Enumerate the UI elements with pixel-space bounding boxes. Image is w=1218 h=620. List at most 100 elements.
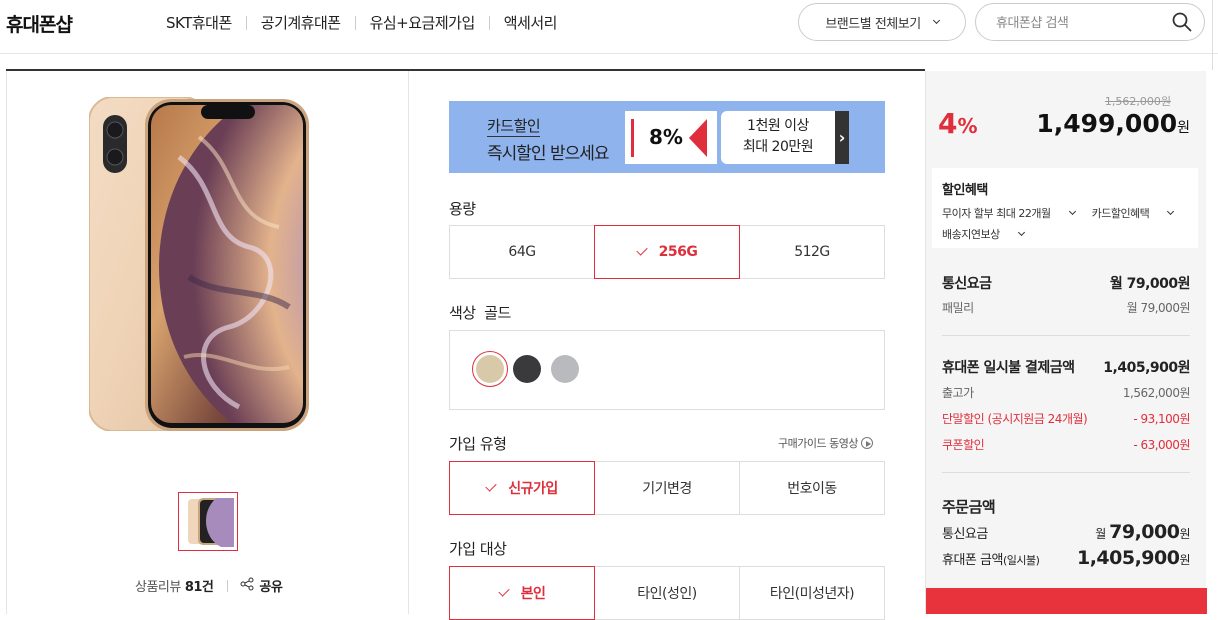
discount-rate-unit: % [957, 114, 978, 138]
storage-option-label: 256G [658, 244, 698, 260]
banner-percent: 8% [649, 125, 683, 149]
order-phone-unit: 원 [1179, 553, 1190, 567]
join-type-change-device[interactable]: 기기변경 [594, 461, 740, 515]
check-icon [497, 585, 510, 597]
page-edge [1212, 0, 1213, 70]
check-icon [635, 244, 648, 256]
join-type-new[interactable]: 신규가입 [449, 461, 595, 515]
plan-name-row: 패밀리 월 79,000원 [942, 299, 1191, 316]
release-price-value: 1,562,000원 [1122, 386, 1191, 400]
meta-divider [227, 579, 229, 592]
chevron-right-icon[interactable]: › [835, 111, 849, 164]
brand-all-button[interactable]: 브랜드별 전체보기 [798, 3, 966, 41]
card-discount-banner[interactable]: 카드할인 즉시할인 받으세요 8% 1천원 이상 최대 20만원 › [449, 101, 885, 173]
benefit-installment-link[interactable]: 무이자 할부 최대 22개월 [942, 207, 1076, 220]
join-target-option-label: 타인(미성년자) [769, 586, 855, 602]
benefit-link-label: 카드할인혜택 [1091, 207, 1150, 220]
storage-option-64g[interactable]: 64G [449, 225, 595, 279]
plan-fee-value: 월 79,000원 [1109, 276, 1191, 292]
search-icon[interactable] [1172, 12, 1192, 36]
benefit-link-label: 배송지연보상 [942, 228, 1000, 241]
chevron-down-icon [932, 16, 940, 24]
share-label: 공유 [259, 580, 283, 595]
nav-item-accessory[interactable]: 액세서리 [490, 12, 571, 33]
summary-divider [942, 472, 1190, 473]
join-type-options: 신규가입 기기변경 번호이동 [449, 461, 885, 515]
color-swatch-gold[interactable] [472, 351, 508, 387]
banner-subtitle: 즉시할인 받으세요 [487, 144, 610, 164]
product-main-image [88, 96, 309, 435]
discount-rate: 4% [938, 107, 978, 140]
original-price: 1,562,000원 [1104, 95, 1171, 108]
chevron-down-icon [1017, 228, 1025, 237]
device-discount-row: 단말할인 (공시지원금 24개월) - 93,100원 [942, 410, 1190, 427]
share-button[interactable]: 공유 [240, 576, 283, 595]
color-swatch-space-gray[interactable] [513, 355, 541, 383]
release-price-label: 출고가 [942, 386, 974, 400]
summary-divider [942, 335, 1190, 336]
banner-percent-box: 8% [625, 111, 717, 164]
join-target-minor[interactable]: 타인(미성년자) [739, 566, 885, 620]
storage-option-label: 512G [794, 244, 830, 260]
join-target-option-label: 본인 [520, 586, 546, 602]
chevron-down-icon [1167, 207, 1175, 216]
nav-item-unlocked[interactable]: 공기계휴대폰 [247, 12, 355, 33]
sale-price-value: 1,499,000 [1036, 109, 1178, 138]
order-plan-label: 통신요금 [942, 527, 988, 542]
brand-all-label: 브랜드별 전체보기 [825, 16, 921, 32]
order-button[interactable] [926, 588, 1207, 614]
plan-name: 패밀리 [942, 301, 974, 315]
play-icon [860, 437, 873, 449]
main-nav: SKT휴대폰 공기계휴대폰 유심+요금제가입 액세서리 [152, 12, 571, 33]
color-swatch-silver[interactable] [551, 355, 579, 383]
banner-title: 카드할인 [487, 117, 541, 137]
product-image-panel: 상품리뷰 81건 공유 [6, 71, 409, 614]
color-selected-name: 골드 [484, 304, 511, 322]
benefit-card-link[interactable]: 카드할인혜택 [1091, 207, 1175, 220]
order-plan-prefix: 월 [1095, 527, 1110, 541]
plan-fee-row: 통신요금 월 79,000원 [942, 273, 1191, 293]
review-label: 상품리뷰 [135, 580, 181, 595]
device-discount-label: 단말할인 (공시지원금 24개월) [942, 412, 1088, 426]
coupon-discount-row: 쿠폰할인 - 63,000원 [942, 436, 1190, 453]
join-type-port-number[interactable]: 번호이동 [739, 461, 885, 515]
banner-info-box: 1천원 이상 최대 20만원 [721, 111, 835, 164]
review-count: 81건 [184, 580, 214, 595]
review-link[interactable]: 상품리뷰 81건 [135, 576, 214, 595]
storage-option-512g[interactable]: 512G [739, 225, 885, 279]
nav-item-usim[interactable]: 유심+요금제가입 [356, 12, 489, 33]
search-input[interactable] [996, 13, 1166, 33]
sale-price-unit: 원 [1177, 120, 1190, 136]
color-label: 색상 [449, 304, 476, 322]
plan-name-value: 월 79,000원 [1126, 301, 1191, 315]
banner-info-line1: 1천원 이상 [747, 118, 809, 134]
price-summary-panel: 4% 1,562,000원 1,499,000원 할인혜택 무이자 할부 최대 … [925, 71, 1207, 614]
join-target-adult[interactable]: 타인(성인) [594, 566, 740, 620]
benefit-links: 무이자 할부 최대 22개월 카드할인혜택 배송지연보상 [942, 203, 1188, 245]
order-plan-unit: 원 [1179, 527, 1190, 541]
purchase-guide-label: 구매가이드 동영상 [778, 437, 858, 450]
benefit-link-label: 무이자 할부 최대 22개월 [942, 207, 1051, 220]
join-type-option-label: 번호이동 [787, 481, 837, 497]
nav-item-skt[interactable]: SKT휴대폰 [152, 12, 246, 33]
purchase-guide-link[interactable]: 구매가이드 동영상 [778, 435, 873, 451]
site-logo[interactable]: 휴대폰샵 [6, 10, 73, 37]
banner-accent-bar [631, 119, 634, 157]
storage-options: 64G 256G 512G [449, 225, 885, 279]
order-phone-value-group: 1,405,900원 [1077, 547, 1191, 569]
storage-option-label: 64G [508, 244, 536, 260]
lump-sum-value: 1,405,900원 [1103, 360, 1190, 376]
join-type-option-label: 기기변경 [642, 481, 692, 497]
benefit-delivery-link[interactable]: 배송지연보상 [942, 228, 1025, 241]
site-header: 휴대폰샵 SKT휴대폰 공기계휴대폰 유심+요금제가입 액세서리 브랜드별 전체… [0, 0, 1218, 46]
join-target-option-label: 타인(성인) [637, 586, 697, 602]
banner-info-line2: 최대 20만원 [742, 139, 814, 155]
join-target-self[interactable]: 본인 [449, 566, 595, 620]
discount-rate-value: 4 [938, 107, 958, 140]
discount-benefit-box: 할인혜택 무이자 할부 최대 22개월 카드할인혜택 배송지연보상 [932, 168, 1198, 248]
product-thumbnail[interactable] [178, 492, 254, 551]
chevron-down-icon [1068, 207, 1076, 216]
storage-label: 용량 [449, 200, 476, 218]
check-icon [485, 480, 497, 492]
storage-option-256g[interactable]: 256G [594, 225, 740, 279]
